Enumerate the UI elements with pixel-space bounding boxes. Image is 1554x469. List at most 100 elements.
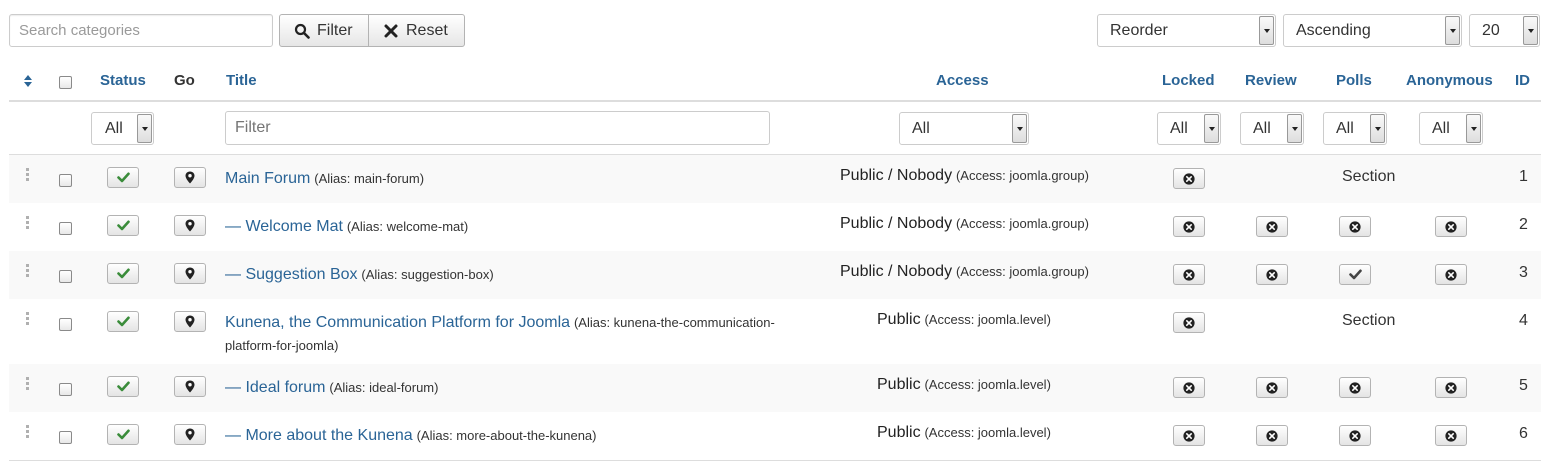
status-toggle-button[interactable] [107, 311, 139, 332]
column-title[interactable]: Title [226, 72, 257, 89]
review-toggle-button[interactable] [1256, 425, 1288, 446]
category-title-link[interactable]: — Ideal forum [225, 379, 325, 396]
review-toggle-button[interactable] [1256, 216, 1288, 237]
id-cell: 3 [1519, 264, 1528, 281]
alias-text: (Alias: kunena-the-communication- [573, 315, 775, 330]
drag-handle-icon[interactable] [26, 216, 29, 230]
title-cell: — Welcome Mat (Alias: welcome-mat) [225, 215, 785, 238]
anonymous-toggle-button[interactable] [1435, 377, 1467, 398]
category-title-link[interactable]: — Suggestion Box [225, 266, 358, 283]
locked-toggle-button[interactable] [1173, 216, 1205, 237]
category-title-link[interactable]: Main Forum [225, 170, 310, 187]
locked-toggle-button[interactable] [1173, 312, 1205, 333]
row-checkbox[interactable] [59, 383, 72, 396]
select-all-checkbox[interactable] [59, 76, 72, 89]
polls-toggle-button[interactable] [1339, 377, 1371, 398]
drag-handle-icon[interactable] [26, 377, 29, 391]
direction-select-value: Ascending [1296, 21, 1371, 39]
locked-toggle-button[interactable] [1173, 377, 1205, 398]
access-type-text: (Access: joomla.level) [924, 312, 1051, 327]
go-button[interactable] [174, 263, 206, 284]
polls-section-text: Section [1342, 312, 1396, 329]
x-circle-icon [1349, 429, 1361, 442]
column-status[interactable]: Status [100, 72, 146, 89]
column-polls[interactable]: Polls [1336, 72, 1372, 89]
column-anonymous[interactable]: Anonymous [1406, 72, 1493, 89]
drag-handle-icon[interactable] [26, 425, 29, 439]
row-checkbox[interactable] [59, 270, 72, 283]
column-go: Go [174, 72, 195, 89]
polls-toggle-button[interactable] [1339, 264, 1371, 285]
map-marker-icon [185, 380, 195, 393]
access-group-text: Public [877, 424, 921, 441]
column-review[interactable]: Review [1245, 72, 1297, 89]
anonymous-toggle-button[interactable] [1435, 216, 1467, 237]
id-cell: 2 [1519, 216, 1528, 233]
x-circle-icon [1183, 381, 1195, 394]
map-marker-icon [185, 315, 195, 328]
id-cell: 1 [1519, 168, 1528, 185]
locked-filter-value: All [1170, 119, 1188, 137]
go-button[interactable] [174, 167, 206, 188]
anonymous-toggle-button[interactable] [1435, 425, 1467, 446]
row-checkbox[interactable] [59, 174, 72, 187]
alias-text: (Alias: main-forum) [314, 171, 425, 186]
alias-text-continued: platform-for-joomla) [225, 338, 339, 353]
access-filter-select[interactable]: All [899, 112, 1029, 145]
anonymous-filter-select[interactable]: All [1419, 112, 1483, 145]
status-toggle-button[interactable] [107, 167, 139, 188]
locked-toggle-button[interactable] [1173, 425, 1205, 446]
review-toggle-button[interactable] [1256, 264, 1288, 285]
direction-select[interactable]: Ascending [1283, 14, 1462, 47]
status-toggle-button[interactable] [107, 263, 139, 284]
review-filter-select[interactable]: All [1240, 112, 1304, 145]
drag-handle-icon[interactable] [26, 168, 29, 182]
row-checkbox[interactable] [59, 318, 72, 331]
title-filter-input[interactable] [225, 111, 770, 145]
column-access[interactable]: Access [936, 72, 989, 89]
ordering-select-value: Reorder [1110, 21, 1168, 39]
category-title-link[interactable]: Kunena, the Communication Platform for J… [225, 314, 570, 331]
alias-text: (Alias: more-about-the-kunena) [416, 428, 597, 443]
title-cell: — Ideal forum (Alias: ideal-forum) [225, 376, 785, 399]
polls-toggle-button[interactable] [1339, 216, 1371, 237]
drag-handle-icon[interactable] [26, 264, 29, 278]
go-button[interactable] [174, 424, 206, 445]
review-toggle-button[interactable] [1256, 377, 1288, 398]
status-toggle-button[interactable] [107, 215, 139, 236]
x-circle-icon [1445, 220, 1457, 233]
status-toggle-button[interactable] [107, 376, 139, 397]
category-title-link[interactable]: — Welcome Mat [225, 218, 343, 235]
chevron-down-icon [1523, 16, 1538, 45]
drag-handle-icon[interactable] [26, 312, 29, 326]
access-type-text: (Access: joomla.group) [955, 264, 1089, 279]
status-filter-select[interactable]: All [91, 112, 154, 145]
status-filter-value: All [105, 119, 123, 137]
row-checkbox[interactable] [59, 431, 72, 444]
category-title-link[interactable]: — More about the Kunena [225, 427, 413, 444]
column-locked[interactable]: Locked [1162, 72, 1215, 89]
reset-button[interactable]: Reset [368, 14, 465, 47]
go-button[interactable] [174, 376, 206, 397]
polls-filter-select[interactable]: All [1323, 112, 1387, 145]
column-id[interactable]: ID [1515, 72, 1530, 89]
x-icon [384, 24, 398, 37]
access-type-text: (Access: joomla.level) [924, 425, 1051, 440]
access-cell: Public (Access: joomla.level) [877, 311, 1051, 329]
polls-toggle-button[interactable] [1339, 425, 1371, 446]
row-checkbox[interactable] [59, 222, 72, 235]
status-toggle-button[interactable] [107, 424, 139, 445]
access-cell: Public / Nobody (Access: joomla.group) [840, 215, 1089, 233]
search-input[interactable] [9, 14, 273, 47]
locked-filter-select[interactable]: All [1157, 112, 1221, 145]
limit-select[interactable]: 20 [1469, 14, 1540, 47]
filter-button[interactable]: Filter [279, 14, 369, 47]
check-icon [116, 429, 130, 440]
anonymous-toggle-button[interactable] [1435, 264, 1467, 285]
go-button[interactable] [174, 311, 206, 332]
locked-toggle-button[interactable] [1173, 168, 1205, 189]
go-button[interactable] [174, 215, 206, 236]
locked-toggle-button[interactable] [1173, 264, 1205, 285]
ordering-select[interactable]: Reorder [1097, 14, 1276, 47]
sort-icon[interactable] [23, 74, 33, 88]
